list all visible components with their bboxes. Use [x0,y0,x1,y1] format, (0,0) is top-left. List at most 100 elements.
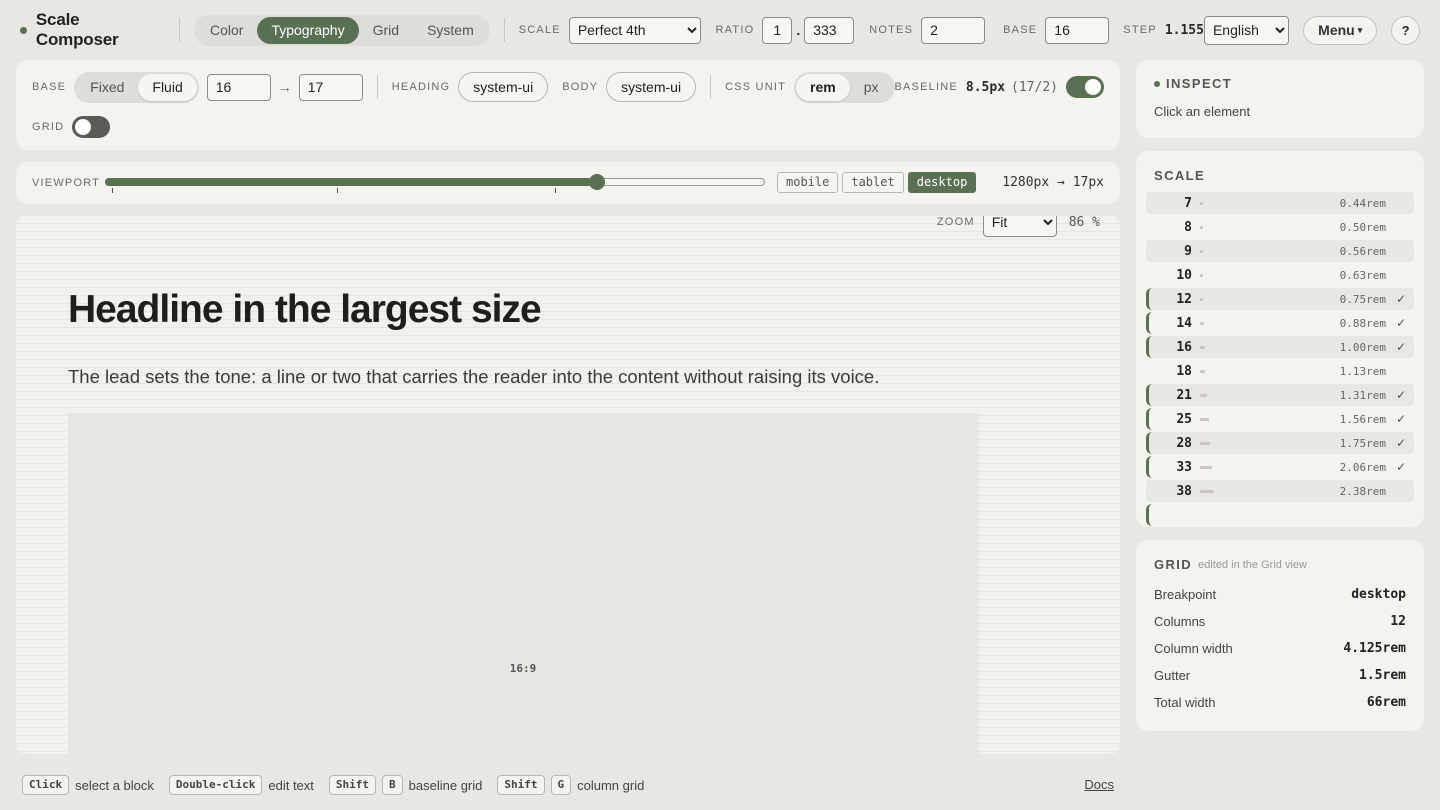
slider-thumb[interactable] [589,174,605,190]
tab-system[interactable]: System [413,17,488,44]
slider-tick [337,188,338,193]
zoom-select[interactable]: Fit [982,216,1057,237]
scale-step-row[interactable]: 33 2.06rem ✓ [1146,456,1414,478]
device-tablet-button[interactable]: tablet [842,172,904,193]
scale-step-row[interactable]: 12 0.75rem ✓ [1146,288,1414,310]
scale-step-bar [1200,297,1203,301]
grid-label: GRID [32,121,65,133]
scale-panel: SCALE 7 0.44rem 8 0.50rem 9 0.56rem 10 0.63rem 1… [1136,151,1424,527]
unit-rem[interactable]: rem [796,73,850,101]
docs-link[interactable]: Docs [1084,777,1114,792]
divider [376,75,378,99]
tab-grid[interactable]: Grid [359,17,413,44]
scale-step-row[interactable]: 18 1.13rem [1146,360,1414,382]
base-max-input[interactable] [298,73,363,101]
scale-step-bar [1200,441,1210,445]
base-min-input[interactable] [206,73,271,101]
scale-step-row[interactable]: 25 1.56rem ✓ [1146,408,1414,430]
scale-step-row[interactable]: 8 0.50rem [1146,216,1414,238]
kbd-shift: Shift [328,775,377,795]
preview-headline[interactable]: Headline in the largest size [68,288,542,332]
grid-key: Gutter [1154,668,1191,683]
css-unit-toggle: rem px [794,71,895,103]
slider-fill [105,178,597,186]
grid-toggle[interactable] [72,116,111,138]
preview-lead[interactable]: The lead sets the tone: a line or two th… [68,366,879,388]
base-mode-fluid[interactable]: Fluid [138,73,197,101]
scale-step-size: 21 [1176,387,1192,403]
scale-step-row[interactable]: 21 1.31rem ✓ [1146,384,1414,406]
hint-text: select a block [75,777,154,793]
zoom-percent: 86 % [1068,216,1100,230]
scale-step-row[interactable]: 7 0.44rem [1146,192,1414,214]
viewport-slider[interactable] [105,174,765,193]
scale-step-rem: 0.88rem [1339,316,1386,330]
shortcut-hints: Click select a block Double-click edit t… [22,775,644,795]
grid-key: Column width [1154,641,1233,656]
scale-step-bar [1200,273,1203,277]
menu-button[interactable]: Menu ▾ [1303,15,1378,45]
zoom-label: ZOOM [936,216,975,228]
notes-input[interactable] [921,16,986,44]
ratio-frac-input[interactable] [804,16,855,44]
check-icon: ✓ [1395,292,1406,306]
ratio-int-input[interactable] [762,16,793,44]
tab-typography[interactable]: Typography [257,16,359,44]
base-mode-fixed[interactable]: Fixed [76,74,138,101]
grid-value: 4.125rem [1343,641,1406,656]
scale-select[interactable]: Perfect 4th [568,16,701,44]
base-input[interactable] [1045,16,1110,44]
language-select[interactable]: English [1203,15,1290,45]
grid-title: GRID [1154,557,1193,572]
scale-step-row[interactable]: 10 0.63rem [1146,264,1414,286]
body-font-button[interactable]: system-ui [606,72,697,102]
grid-row-gutter: Gutter 1.5rem [1154,668,1406,683]
scale-step-rem: 0.63rem [1339,268,1386,282]
grid-note: edited in the Grid view [1198,558,1307,571]
scale-step-row[interactable]: 16 1.00rem ✓ [1146,336,1414,358]
scale-step-size: 12 [1176,291,1192,307]
heading-font-button[interactable]: system-ui [458,72,549,102]
grid-value: desktop [1351,587,1406,602]
scale-step-row[interactable]: 9 0.56rem [1146,240,1414,262]
scale-step-size: 8 [1184,219,1192,235]
scale-step-row[interactable]: 14 0.88rem ✓ [1146,312,1414,334]
scale-step-bar [1200,465,1212,469]
hint-text: baseline grid [408,777,483,793]
scale-step-size: 33 [1176,459,1192,475]
grid-key: Columns [1154,614,1206,629]
preview-media-placeholder[interactable]: 16:9 [68,413,978,754]
device-desktop-button[interactable]: desktop [907,172,977,193]
scale-step-row[interactable]: 28 1.75rem ✓ [1146,432,1414,454]
scale-step-rem: 2.06rem [1339,460,1386,474]
scale-step-row[interactable]: 38 2.38rem [1146,480,1414,502]
slider-tick [112,188,113,193]
scale-step-size: 9 [1184,243,1192,259]
step-label: STEP [1123,24,1157,36]
device-mobile-button[interactable]: mobile [777,172,839,193]
check-icon: ✓ [1395,412,1406,426]
inspect-hint: Click an element [1154,104,1251,119]
unit-px[interactable]: px [850,74,893,101]
slider-tick [555,188,556,193]
tab-color[interactable]: Color [196,17,257,44]
typography-toolbar: BASE Fixed Fluid → HEADING system-ui BOD… [16,60,1120,150]
kbd-g: G [550,775,572,795]
check-icon: ✓ [1395,316,1406,330]
scale-step-size: 7 [1184,195,1192,211]
baseline-toggle[interactable] [1066,76,1104,98]
media-ratio-label: 16:9 [509,662,537,675]
divider [503,18,505,42]
scale-step-size: 25 [1176,411,1192,427]
kbd-shift: Shift [497,775,545,795]
inspect-panel: INSPECT Click an element [1136,60,1424,138]
step-value: 1.155 [1164,22,1204,38]
divider [178,18,180,42]
check-icon: ✓ [1395,460,1406,474]
arrow-right-icon: → [277,79,292,95]
baseline-value: 8.5px [965,79,1006,95]
check-icon: ✓ [1395,388,1406,402]
grid-key: Breakpoint [1154,587,1217,602]
scale-step-row[interactable] [1146,504,1414,526]
help-button[interactable]: ? [1391,15,1420,45]
